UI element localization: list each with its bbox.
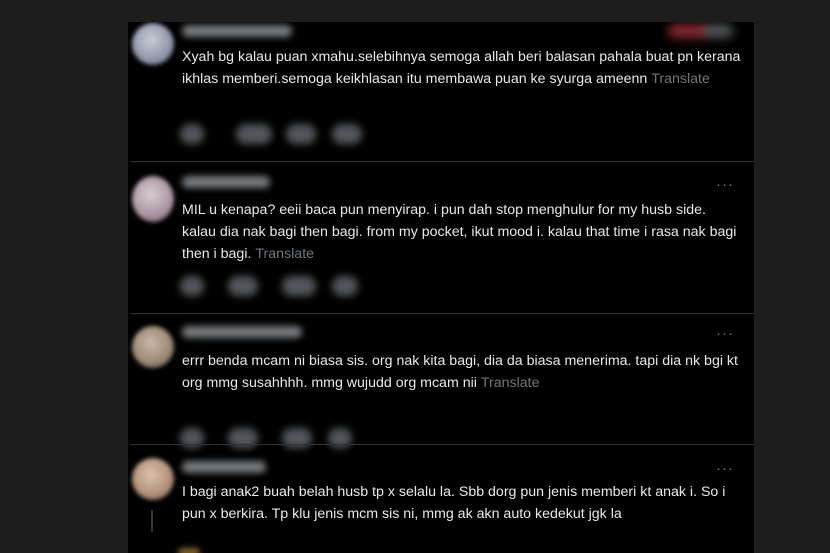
more-options-icon[interactable]: ··· bbox=[716, 326, 734, 341]
translate-link[interactable]: Translate bbox=[255, 246, 314, 262]
comment-1: Xyah bg kalau puan xmahu.selebihnya semo… bbox=[128, 22, 754, 162]
comment-text: Xyah bg kalau puan xmahu.selebihnya semo… bbox=[182, 46, 742, 90]
author-name-blurred[interactable] bbox=[182, 326, 302, 338]
author-name-blurred[interactable] bbox=[182, 176, 270, 188]
translate-link[interactable]: Translate bbox=[481, 375, 540, 391]
repost-icon[interactable] bbox=[236, 124, 272, 144]
comment-text: I bagi anak2 buah belah husb tp x selalu… bbox=[182, 481, 742, 525]
like-icon[interactable] bbox=[282, 276, 316, 296]
translate-link[interactable]: Translate bbox=[651, 71, 710, 87]
reply-icon[interactable] bbox=[180, 276, 204, 296]
author-name-blurred[interactable] bbox=[182, 25, 292, 37]
author-name-blurred[interactable] bbox=[182, 461, 266, 473]
avatar[interactable] bbox=[132, 23, 174, 65]
thread-line bbox=[151, 510, 153, 532]
avatar[interactable] bbox=[132, 326, 174, 368]
comment-body: errr benda mcam ni biasa sis. org nak ki… bbox=[182, 353, 738, 391]
avatar[interactable] bbox=[132, 176, 174, 222]
views-icon[interactable] bbox=[332, 124, 362, 144]
comment-3: ··· errr benda mcam ni biasa sis. org na… bbox=[128, 314, 754, 448]
comment-2: ··· MIL u kenapa? eeii baca pun menyirap… bbox=[128, 162, 754, 314]
blurred-badge bbox=[703, 24, 733, 38]
comment-text: MIL u kenapa? eeii baca pun menyirap. i … bbox=[182, 199, 742, 265]
comment-4: ··· I bagi anak2 buah belah husb tp x se… bbox=[128, 445, 754, 553]
more-options-icon[interactable]: ··· bbox=[716, 177, 734, 192]
views-icon[interactable] bbox=[332, 276, 358, 296]
blurred-reply-peek bbox=[178, 548, 200, 553]
more-options-icon[interactable]: ··· bbox=[716, 461, 734, 476]
reply-icon[interactable] bbox=[180, 124, 204, 144]
comments-panel: Xyah bg kalau puan xmahu.selebihnya semo… bbox=[128, 22, 754, 553]
blurred-badge bbox=[668, 24, 708, 38]
comment-body: I bagi anak2 buah belah husb tp x selalu… bbox=[182, 484, 726, 522]
avatar[interactable] bbox=[132, 458, 174, 500]
like-icon[interactable] bbox=[286, 124, 316, 144]
repost-icon[interactable] bbox=[228, 276, 258, 296]
comment-text: errr benda mcam ni biasa sis. org nak ki… bbox=[182, 350, 742, 394]
